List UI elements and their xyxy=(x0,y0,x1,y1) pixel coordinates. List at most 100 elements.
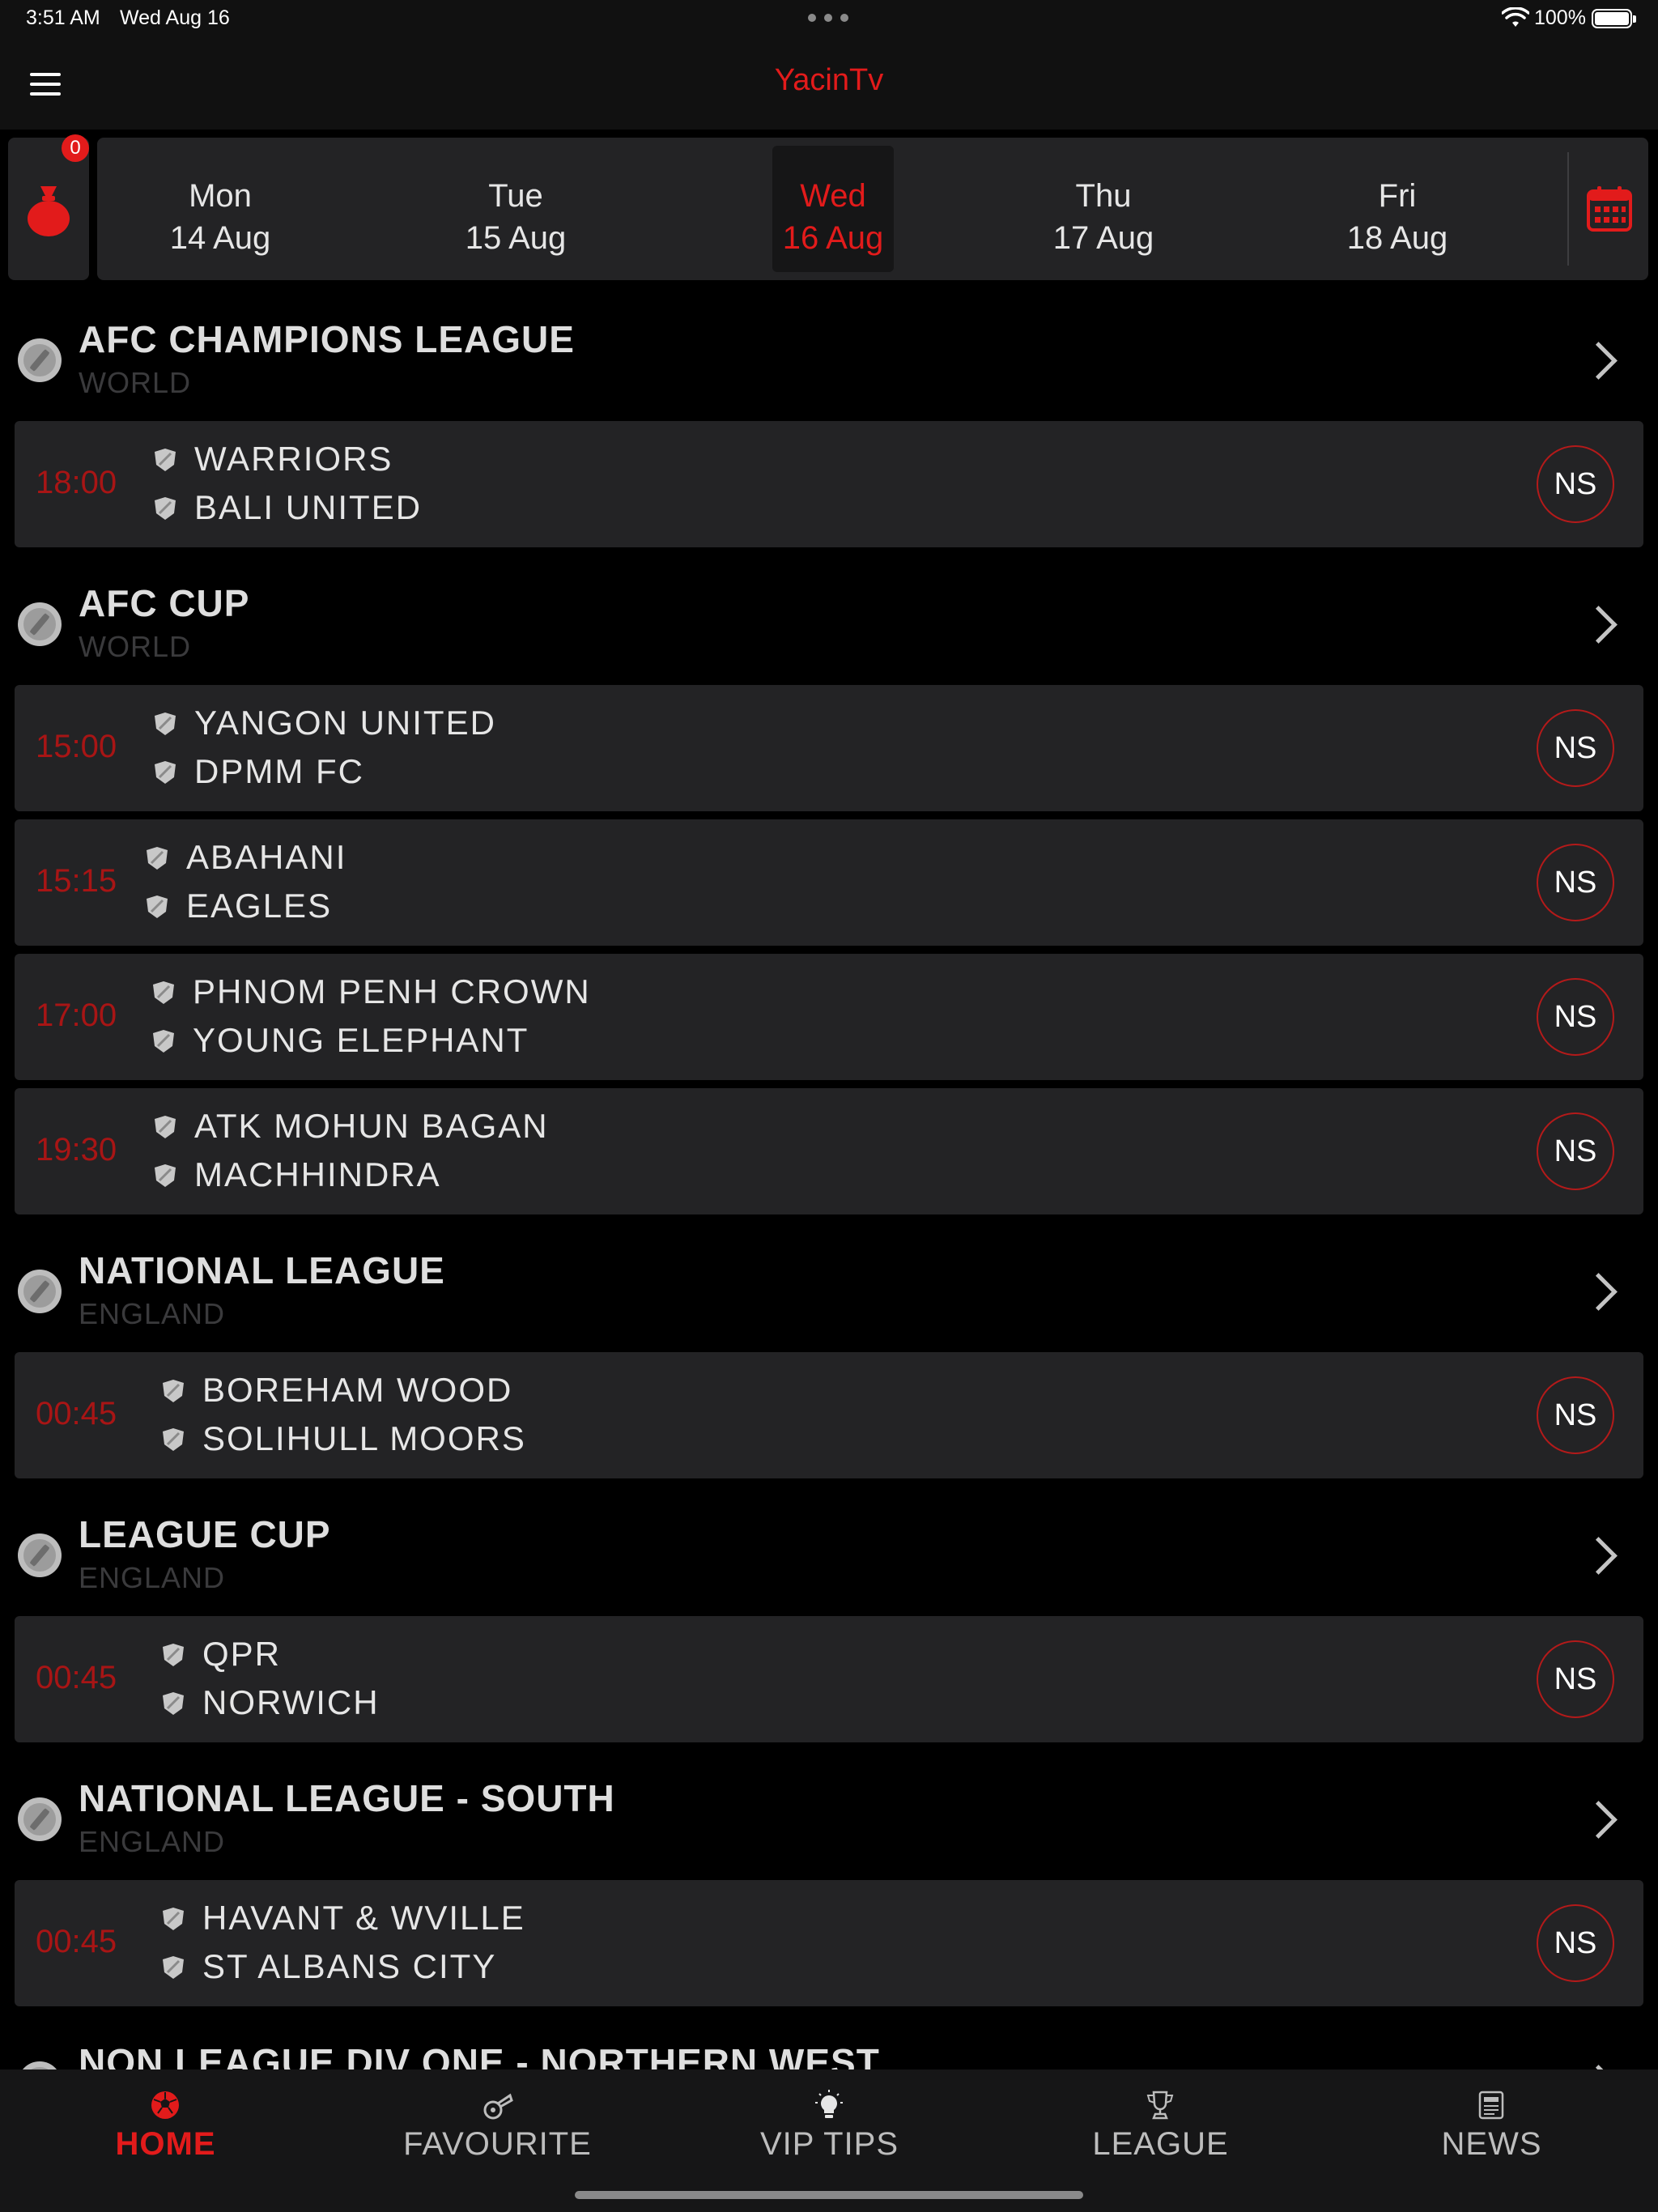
date-tab-thu[interactable]: Thu 17 Aug xyxy=(1031,146,1176,272)
match-row[interactable]: 15:15 ABAHANI EAGLES NS xyxy=(15,819,1643,946)
league-header[interactable]: AFC CUP WORLD xyxy=(0,555,1658,685)
date-tab-tue[interactable]: Tue 15 Aug xyxy=(443,146,589,272)
league-country: WORLD xyxy=(79,366,191,399)
chevron-right-icon xyxy=(1584,1271,1608,1312)
match-time: 19:30 xyxy=(36,1132,117,1168)
team-name: QPR xyxy=(202,1635,282,1673)
match-row[interactable]: 00:45 QPR NORWICH NS xyxy=(15,1616,1643,1742)
newspaper-icon xyxy=(1478,2091,1504,2120)
match-time: 00:45 xyxy=(36,1660,117,1695)
date-tab-wed[interactable]: Wed 16 Aug xyxy=(772,146,894,272)
app: 3:51 AM Wed Aug 16 100% YacinTv 0 Mon 14 xyxy=(0,0,1658,2212)
league-name: NATIONAL LEAGUE xyxy=(79,1249,445,1291)
team-name: YANGON UNITED xyxy=(194,704,496,742)
tab-vip-tips[interactable]: VIP TIPS xyxy=(664,2069,995,2175)
league-country: ENGLAND xyxy=(79,1297,226,1330)
league-name: AFC CUP xyxy=(79,582,250,624)
home-indicator[interactable] xyxy=(575,2191,1083,2199)
league-header[interactable]: NON LEAGUE DIV ONE - NORTHERN WEST xyxy=(0,2014,1658,2069)
date-num: 18 Aug xyxy=(1346,220,1448,256)
chevron-right-icon xyxy=(1584,2063,1608,2069)
date-day: Fri xyxy=(1378,178,1417,214)
basket-count-badge: 0 xyxy=(62,134,89,162)
team-name: ABAHANI xyxy=(186,838,347,876)
match-time: 17:00 xyxy=(36,998,117,1033)
tab-label: HOME xyxy=(115,2126,216,2162)
battery-percent: 100% xyxy=(1534,6,1586,29)
match-status-badge: NS xyxy=(1537,1640,1614,1718)
team-shield-icon xyxy=(155,497,176,520)
status-bar: 3:51 AM Wed Aug 16 100% xyxy=(0,0,1658,39)
date-tab-mon[interactable]: Mon 14 Aug xyxy=(147,146,293,272)
league-logo-icon xyxy=(18,1270,62,1313)
tab-label: FAVOURITE xyxy=(403,2126,592,2162)
team-shield-icon xyxy=(163,1692,184,1715)
team-shield-icon xyxy=(163,1908,184,1930)
match-row[interactable]: 18:00 WARRIORS BALI UNITED NS xyxy=(15,421,1643,547)
league-logo-icon xyxy=(18,1797,62,1841)
league-header[interactable]: NATIONAL LEAGUE - SOUTH ENGLAND xyxy=(0,1750,1658,1880)
team-name: YOUNG ELEPHANT xyxy=(193,1021,529,1059)
league-name: AFC CHAMPIONS LEAGUE xyxy=(79,318,575,360)
match-time: 00:45 xyxy=(36,1924,117,1959)
date-num: 17 Aug xyxy=(1052,220,1154,256)
lightbulb-icon xyxy=(815,2090,843,2118)
date-num: 16 Aug xyxy=(782,220,884,256)
team-name: HAVANT & WVILLE xyxy=(202,1899,525,1937)
date-day: Thu xyxy=(1075,178,1132,214)
league-header[interactable]: NATIONAL LEAGUE ENGLAND xyxy=(0,1223,1658,1352)
team-name: EAGLES xyxy=(186,887,333,925)
league-logo-icon xyxy=(18,338,62,382)
league-country: ENGLAND xyxy=(79,1561,226,1594)
team-name: BALI UNITED xyxy=(194,488,423,526)
whistle-icon xyxy=(483,2093,513,2120)
team-shield-icon xyxy=(155,449,176,471)
status-date: Wed Aug 16 xyxy=(120,6,230,29)
team-name: SOLIHULL MOORS xyxy=(202,1419,526,1457)
multitasking-dots-icon[interactable] xyxy=(808,14,848,22)
date-day: Wed xyxy=(800,178,866,214)
match-status-badge: NS xyxy=(1537,844,1614,921)
team-shield-icon xyxy=(155,713,176,735)
league-logo-icon xyxy=(18,1534,62,1577)
chevron-right-icon xyxy=(1584,1535,1608,1576)
chevron-right-icon xyxy=(1584,340,1608,381)
league-header[interactable]: AFC CHAMPIONS LEAGUE WORLD xyxy=(0,291,1658,421)
date-day: Mon xyxy=(189,178,252,214)
match-row[interactable]: 19:30 ATK MOHUN BAGAN MACHHINDRA NS xyxy=(15,1088,1643,1214)
team-name: ATK MOHUN BAGAN xyxy=(194,1107,549,1145)
team-shield-icon xyxy=(153,981,174,1004)
battery-icon xyxy=(1592,9,1636,28)
team-name: PHNOM PENH CROWN xyxy=(193,972,591,1010)
date-num: 14 Aug xyxy=(169,220,271,256)
team-shield-icon xyxy=(163,1644,184,1666)
calendar-icon[interactable] xyxy=(1587,185,1632,232)
matches-list[interactable]: AFC CHAMPIONS LEAGUE WORLD 18:00 WARRIOR… xyxy=(0,291,1658,2069)
wifi-icon xyxy=(1502,7,1529,27)
league-name: NON LEAGUE DIV ONE - NORTHERN WEST xyxy=(79,2041,880,2069)
match-row[interactable]: 00:45 BOREHAM WOOD SOLIHULL MOORS NS xyxy=(15,1352,1643,1478)
nav-bar: YacinTv xyxy=(0,39,1658,130)
team-shield-icon xyxy=(155,1116,176,1138)
date-tab-fri[interactable]: Fri 18 Aug xyxy=(1324,146,1470,272)
tab-label: LEAGUE xyxy=(1092,2126,1229,2162)
team-shield-icon xyxy=(163,1956,184,1979)
team-name: BOREHAM WOOD xyxy=(202,1371,513,1409)
match-row[interactable]: 17:00 PHNOM PENH CROWN YOUNG ELEPHANT NS xyxy=(15,954,1643,1080)
league-logo-icon xyxy=(18,602,62,646)
team-shield-icon xyxy=(163,1380,184,1402)
league-country: ENGLAND xyxy=(79,1825,226,1858)
tab-label: VIP TIPS xyxy=(759,2126,899,2162)
match-status-badge: NS xyxy=(1537,1376,1614,1454)
tab-league[interactable]: LEAGUE xyxy=(995,2069,1326,2175)
tab-news[interactable]: NEWS xyxy=(1326,2069,1657,2175)
tab-favourite[interactable]: FAVOURITE xyxy=(332,2069,663,2175)
divider xyxy=(1567,152,1569,266)
tab-label: NEWS xyxy=(1441,2126,1542,2162)
league-name: LEAGUE CUP xyxy=(79,1513,331,1555)
league-header[interactable]: LEAGUE CUP ENGLAND xyxy=(0,1487,1658,1616)
date-day: Tue xyxy=(488,178,543,214)
match-row[interactable]: 15:00 YANGON UNITED DPMM FC NS xyxy=(15,685,1643,811)
match-row[interactable]: 00:45 HAVANT & WVILLE ST ALBANS CITY NS xyxy=(15,1880,1643,2006)
tab-home[interactable]: HOME xyxy=(0,2069,331,2175)
